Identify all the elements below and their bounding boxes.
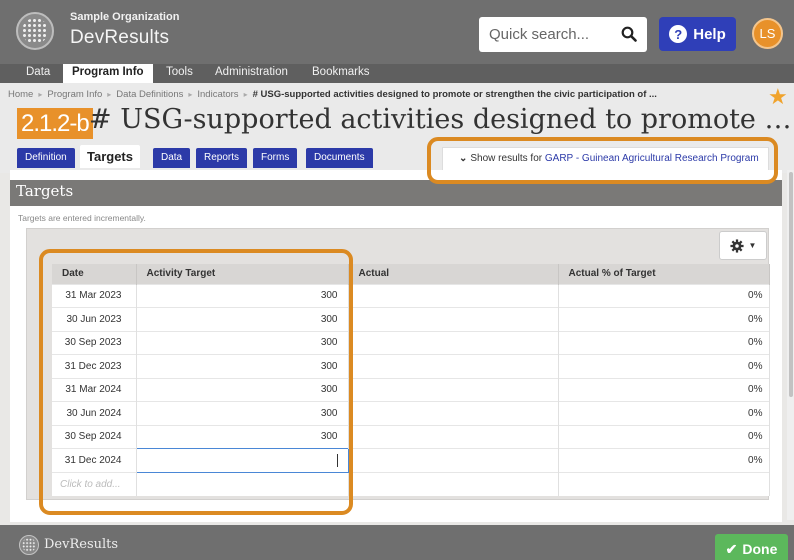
actual-cell [348,377,559,402]
pct-cell: 0% [558,424,770,449]
nav-item-data[interactable]: Data [17,64,59,83]
question-icon: ? [669,25,688,43]
help-button[interactable]: ? Help [659,17,736,51]
user-avatar[interactable]: LS [752,18,783,49]
column-header-actual[interactable]: Actual [348,264,559,284]
actual-cell [348,283,559,308]
actual-cell [348,424,559,449]
tab-reports[interactable]: Reports [196,148,248,168]
breadcrumb-indicators[interactable]: Indicators [197,89,238,100]
actual-cell [348,448,559,472]
breadcrumb-separator-icon: ▸ [243,90,248,99]
footer-logo-icon [19,535,39,555]
breadcrumb-program-info[interactable]: Program Info [47,89,102,100]
breadcrumb-home[interactable]: Home [8,89,33,100]
breadcrumb: Home ▸ Program Info ▸ Data Definitions ▸ Indic… [8,89,657,100]
indicator-code-badge: 2.1.2-b [17,108,93,139]
page-scrollbar-thumb[interactable] [789,172,793,397]
tab-data[interactable]: Data [153,148,191,168]
nav-item-administration[interactable]: Administration [206,64,297,83]
tab-definition[interactable]: Definition [17,148,75,168]
devresults-logo-icon[interactable] [16,12,54,50]
grid-settings-button[interactable]: ▼ [719,231,767,260]
breadcrumb-data-definitions[interactable]: Data Definitions [116,89,183,100]
main-nav: Data Program Info Tools Administration B… [0,64,794,83]
tab-forms[interactable]: Forms [253,148,298,168]
done-label: Done [742,541,778,557]
actual-cell [348,307,559,331]
breadcrumb-separator-icon: ▸ [188,90,193,99]
page-title: # USG-supported activities designed to p… [89,104,794,135]
actual-cell [348,401,559,425]
top-header: Sample Organization DevResults ? Help LS [0,0,794,64]
footer: DevResults ✔ Done [0,525,794,560]
pct-cell: 0% [558,330,770,355]
app-name[interactable]: DevResults [70,27,169,49]
pct-cell: 0% [558,283,770,308]
search-icon[interactable] [621,26,637,42]
breadcrumb-current: # USG-supported activities designed to p… [252,89,657,100]
panel-note: Targets are entered incrementally. [18,213,146,223]
tab-documents[interactable]: Documents [306,148,373,168]
caret-down-icon: ▼ [748,241,757,250]
help-label: Help [693,25,726,43]
highlight-date-target-columns [39,249,353,515]
breadcrumb-separator-icon: ▸ [107,90,112,99]
empty-cell [558,471,770,496]
gear-icon [729,238,744,253]
tab-targets[interactable]: Targets [80,145,140,168]
panel-title: Targets [16,182,74,200]
actual-cell [348,330,559,355]
pct-cell: 0% [558,448,770,472]
breadcrumb-separator-icon: ▸ [38,90,43,99]
highlight-results-toggle [427,137,778,184]
quick-search[interactable] [479,17,647,52]
organization-name: Sample Organization [70,11,180,23]
pct-cell: 0% [558,307,770,331]
nav-item-bookmarks[interactable]: Bookmarks [303,64,379,83]
empty-cell [348,471,559,496]
pct-cell: 0% [558,377,770,402]
actual-cell [348,354,559,378]
done-button[interactable]: ✔ Done [715,534,788,560]
pct-cell: 0% [558,354,770,378]
nav-item-tools[interactable]: Tools [157,64,202,83]
search-input[interactable] [489,23,609,45]
column-header-actual-pct[interactable]: Actual % of Target [558,264,770,284]
checkmark-icon: ✔ [725,540,738,557]
nav-item-program-info[interactable]: Program Info [63,64,153,83]
pct-cell: 0% [558,401,770,425]
footer-brand: DevResults [44,537,119,552]
